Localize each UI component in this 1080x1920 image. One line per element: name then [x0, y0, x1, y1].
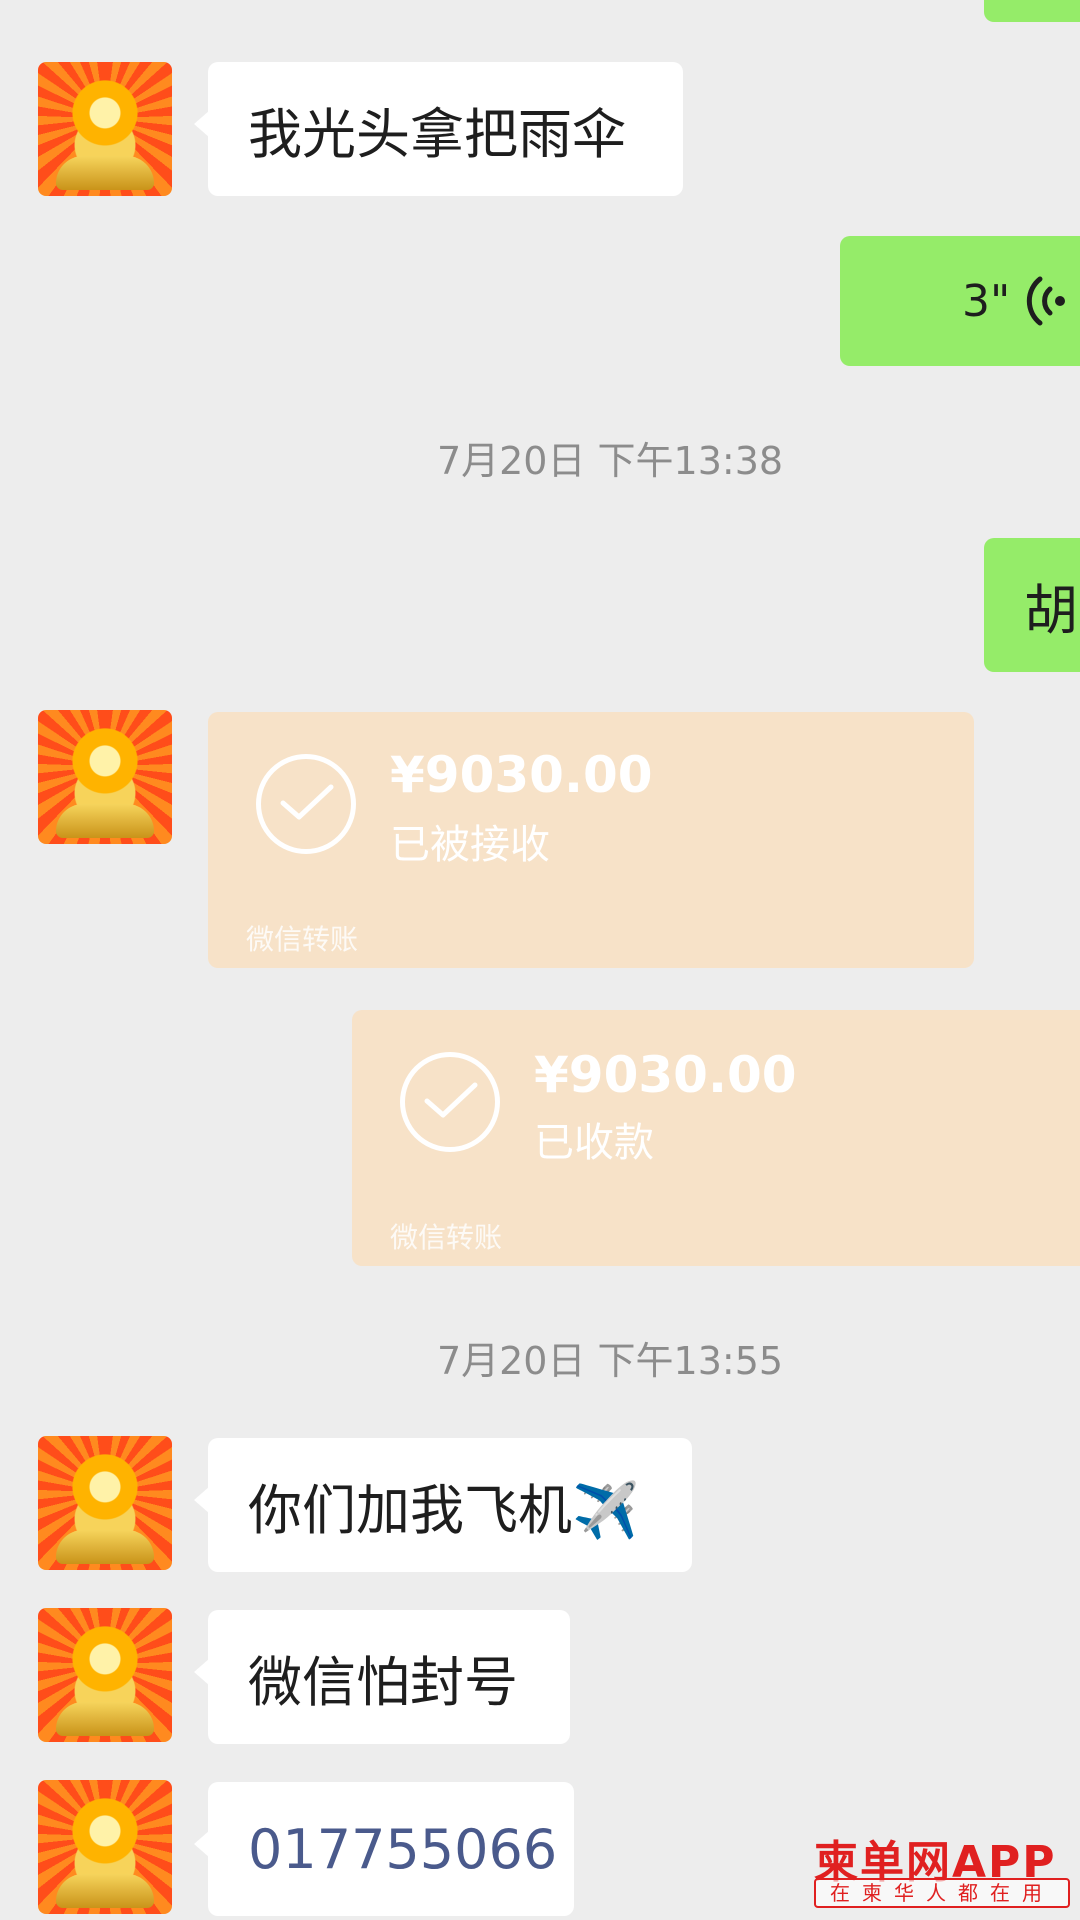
message-bubble[interactable]: 017755066: [194, 1782, 574, 1916]
message-bubble[interactable]: 你们加我飞机✈️: [194, 1438, 692, 1572]
timestamp: 7月20日 下午13:55: [436, 1339, 784, 1383]
transfer-footer: 微信转账: [390, 1221, 503, 1254]
transfer-amount: ¥9030.00: [390, 746, 653, 804]
message-text: 我光头拿把雨伞: [248, 102, 626, 166]
voice-wave-icon: [1027, 276, 1066, 326]
avatar[interactable]: [38, 1436, 172, 1570]
transfer-card-received[interactable]: ¥9030.00 已被接收 微信转账: [208, 712, 974, 968]
message-bubble[interactable]: 微信怕封号: [194, 1610, 570, 1744]
message-bubble[interactable]: 我光头拿把雨伞: [194, 62, 683, 196]
transfer-status: 已收款: [534, 1120, 654, 1166]
voice-message-bubble[interactable]: 3": [840, 236, 1080, 366]
avatar[interactable]: [38, 1780, 172, 1914]
message-text: 胡: [1024, 578, 1078, 642]
avatar[interactable]: [38, 710, 172, 844]
transfer-status: 已被接收: [390, 822, 550, 868]
timestamp: 7月20日 下午13:38: [436, 439, 784, 483]
transfer-card-collected[interactable]: ¥9030.00 已收款 微信转账: [352, 1010, 1080, 1266]
message-text: 微信怕封号: [248, 1650, 518, 1714]
avatar[interactable]: [38, 1608, 172, 1742]
transfer-amount: ¥9030.00: [534, 1046, 797, 1104]
watermark-logo: 柬单网APP 在柬华人都在用: [814, 1826, 1070, 1914]
avatar[interactable]: [38, 62, 172, 196]
check-circle-icon: [256, 754, 356, 854]
message-text: 017755066: [248, 1817, 558, 1881]
message-text: 你们加我飞机✈️: [248, 1478, 640, 1542]
check-circle-icon: [400, 1052, 500, 1152]
transfer-footer: 微信转账: [246, 923, 359, 956]
voice-duration: 3": [962, 275, 1011, 327]
partial-green-bubble-top[interactable]: [984, 0, 1080, 22]
partial-message-bubble[interactable]: 胡: [984, 538, 1080, 672]
watermark-tagline: 在柬华人都在用: [814, 1878, 1070, 1908]
